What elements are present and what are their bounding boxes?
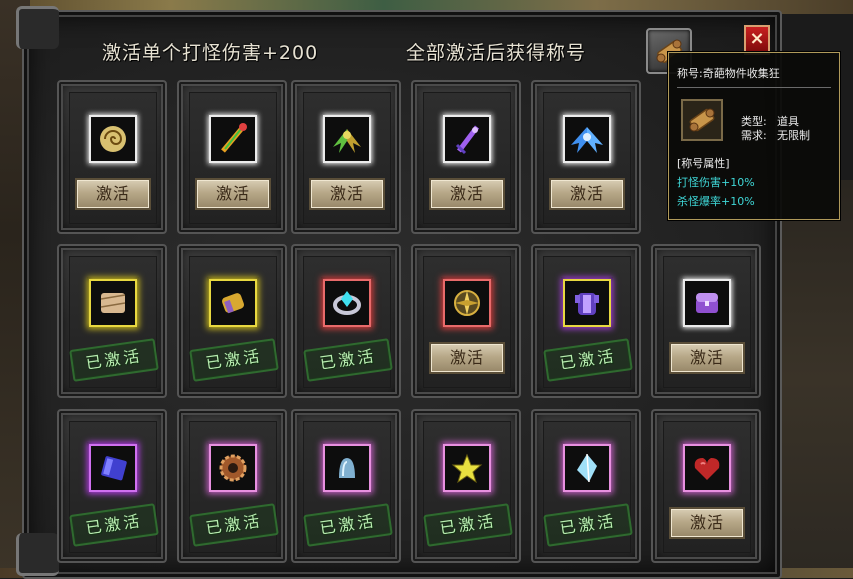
item-slot[interactable]: [563, 279, 611, 327]
item-slot[interactable]: [683, 279, 731, 327]
item-slot[interactable]: [323, 444, 371, 492]
blue-tome-icon: [101, 456, 127, 481]
tooltip-requirement-value: 无限制: [777, 129, 810, 142]
item-card: 已激活: [177, 244, 287, 398]
activate-button[interactable]: 激活: [309, 178, 385, 210]
purple-sword-icon: [455, 125, 479, 155]
item-slot[interactable]: [209, 279, 257, 327]
item-slot[interactable]: [209, 115, 257, 163]
item-card: 已激活: [57, 244, 167, 398]
item-slot[interactable]: [683, 444, 731, 492]
item-card: 激活: [291, 80, 401, 234]
gold-gauntlet-icon: [221, 293, 245, 314]
title-reward-heading: 全部激活后获得称号: [406, 42, 587, 64]
gold-compass-icon: [454, 290, 480, 316]
item-card: 已激活: [531, 244, 641, 398]
cloth-scroll-icon: [100, 293, 126, 313]
activate-button[interactable]: 激活: [75, 178, 151, 210]
tooltip-scroll-icon: [681, 99, 723, 141]
item-card: 激活: [411, 244, 521, 398]
green-wings-icon: [333, 129, 361, 153]
item-card: 激活: [177, 80, 287, 234]
title-tooltip: 称号:奇葩物件收集狂 类型: 道具 需求: 无限制 [称号属性] 打怪伤害+10…: [668, 52, 840, 220]
item-card: 已激活: [531, 409, 641, 563]
tooltip-attribute-header: [称号属性]: [677, 157, 730, 170]
ice-crystal-icon: [577, 453, 597, 483]
panel-ornament-bottom-left: [16, 533, 59, 576]
activate-button[interactable]: 激活: [429, 342, 505, 374]
item-card: 激活: [651, 409, 761, 563]
item-card: 已激活: [57, 409, 167, 563]
tooltip-requirement-label: 需求:: [741, 129, 767, 142]
item-card: 已激活: [291, 244, 401, 398]
item-card: 激活: [57, 80, 167, 234]
item-slot[interactable]: [563, 115, 611, 163]
item-slot[interactable]: [89, 279, 137, 327]
crystal-bell-icon: [339, 458, 355, 478]
item-slot[interactable]: [89, 115, 137, 163]
purple-chest-icon: [696, 293, 718, 313]
yellow-star-icon: [451, 453, 483, 484]
activate-button[interactable]: 激活: [195, 178, 271, 210]
tooltip-attribute-droprate: 杀怪爆率+10%: [677, 195, 755, 208]
item-card: 激活: [651, 244, 761, 398]
red-heart-icon: [694, 458, 720, 480]
rainbow-staff-icon: [221, 123, 247, 153]
item-card: 已激活: [291, 409, 401, 563]
close-button[interactable]: ×: [744, 25, 770, 55]
item-card: 激活: [411, 80, 521, 234]
item-slot[interactable]: [323, 115, 371, 163]
bronze-gear-icon: [219, 454, 247, 482]
spiral-scroll-icon: [100, 126, 126, 152]
cyan-crystal-ring-icon: [333, 291, 361, 315]
purple-armor-icon: [575, 293, 599, 315]
blue-wings-icon: [571, 127, 603, 153]
activate-button[interactable]: 激活: [549, 178, 625, 210]
item-card: 已激活: [177, 409, 287, 563]
activate-single-bonus-title: 激活单个打怪伤害+200: [102, 42, 319, 64]
panel-ornament-top-left: [16, 6, 59, 49]
activate-button[interactable]: 激活: [669, 342, 745, 374]
tooltip-divider: [677, 87, 831, 88]
item-slot[interactable]: [563, 444, 611, 492]
tooltip-attribute-damage: 打怪伤害+10%: [677, 176, 755, 189]
item-card: 已激活: [411, 409, 521, 563]
item-slot[interactable]: [323, 279, 371, 327]
item-slot[interactable]: [443, 279, 491, 327]
activate-button[interactable]: 激活: [429, 178, 505, 210]
item-slot[interactable]: [443, 115, 491, 163]
item-slot[interactable]: [209, 444, 257, 492]
activate-button[interactable]: 激活: [669, 507, 745, 539]
item-slot[interactable]: [89, 444, 137, 492]
item-slot[interactable]: [443, 444, 491, 492]
item-card: 激活: [531, 80, 641, 234]
tooltip-title: 称号:奇葩物件收集狂: [677, 67, 780, 80]
